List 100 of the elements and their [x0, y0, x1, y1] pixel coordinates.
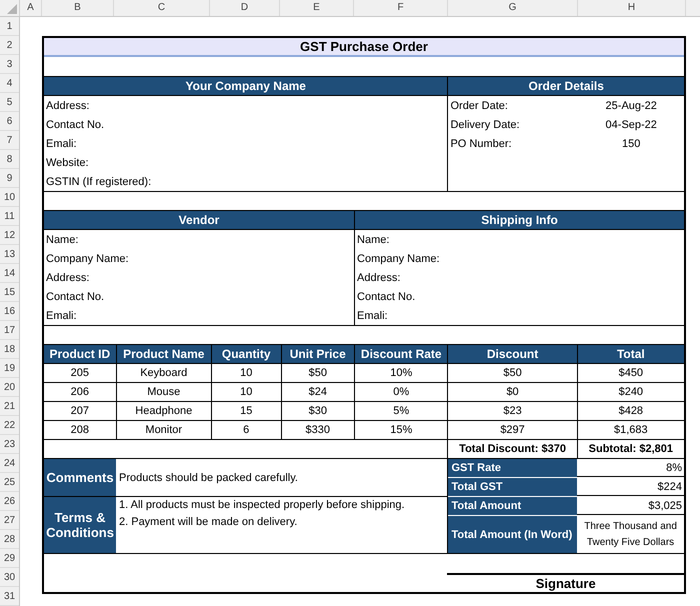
- row-header[interactable]: 9: [0, 169, 19, 188]
- column-heading: Discount: [447, 345, 577, 363]
- row-header[interactable]: 14: [0, 264, 19, 283]
- row-header[interactable]: 31: [0, 587, 19, 606]
- column-header[interactable]: E: [280, 0, 354, 16]
- table-cell: $297: [447, 421, 577, 439]
- row-header[interactable]: 19: [0, 359, 19, 378]
- field-label: Address:: [357, 272, 400, 284]
- table-cell: $24: [280, 383, 354, 401]
- column-header[interactable]: C: [114, 0, 210, 16]
- row-header[interactable]: 10: [0, 188, 19, 207]
- row-header[interactable]: 22: [0, 416, 19, 435]
- row-header[interactable]: 23: [0, 435, 19, 454]
- row-header[interactable]: 7: [0, 131, 19, 150]
- summary-value: $3,025: [577, 497, 684, 515]
- row-header[interactable]: 1: [0, 17, 19, 36]
- column-heading: Product ID: [48, 346, 112, 363]
- row-header[interactable]: 28: [0, 530, 19, 549]
- table-cell: $330: [280, 421, 354, 439]
- row-header[interactable]: 13: [0, 245, 19, 264]
- field-label: Contact No.: [357, 290, 416, 302]
- column-header[interactable]: G: [448, 0, 578, 16]
- table-cell: $0: [447, 383, 577, 401]
- row-header[interactable]: 30: [0, 568, 19, 587]
- table-cell: 15: [210, 402, 281, 420]
- field-label: Company Name:: [46, 252, 129, 264]
- field-label: GSTIN (If registered):: [46, 176, 152, 188]
- form-title: GST Purchase Order: [300, 39, 428, 54]
- field-label: Contact No.: [46, 118, 104, 130]
- field-label: Name:: [357, 234, 390, 246]
- row-header[interactable]: 26: [0, 492, 19, 511]
- table-cell: 0%: [354, 383, 448, 401]
- column-heading: Total: [576, 345, 684, 363]
- column-header[interactable]: B: [42, 0, 114, 16]
- section-header: Vendor: [44, 211, 354, 230]
- section-header: Your Company Name: [44, 77, 448, 96]
- table-cell-text: 206: [70, 385, 90, 400]
- field-label: Emali:: [357, 310, 388, 322]
- column-heading: Unit Price: [280, 345, 354, 363]
- field-label: Website:: [46, 156, 89, 168]
- field-value: 25-Aug-22: [604, 100, 658, 112]
- row-header[interactable]: 21: [0, 397, 19, 416]
- table-cell: $50: [447, 364, 577, 382]
- select-all-icon[interactable]: [7, 4, 17, 14]
- terms-line: 1. All products must be inspected properly before shipping.: [119, 498, 406, 513]
- column-header[interactable]: D: [210, 0, 280, 16]
- field-label: Contact No.: [46, 290, 104, 302]
- row-header[interactable]: 3: [0, 55, 19, 74]
- row-header[interactable]: 8: [0, 150, 19, 169]
- column-header[interactable]: F: [354, 0, 448, 16]
- summary-label: Total Amount: [448, 497, 578, 515]
- summary-value: $224: [577, 478, 684, 496]
- section-header: Order Details: [448, 77, 684, 96]
- table-cell: $50: [280, 364, 354, 382]
- summary-label: GST Rate: [448, 459, 578, 477]
- column-heading: Quantity: [210, 345, 281, 363]
- total-discount: Total Discount: $370: [447, 440, 577, 458]
- row-header[interactable]: 2: [0, 36, 19, 55]
- row-header[interactable]: 18: [0, 340, 19, 359]
- row-header[interactable]: 29: [0, 549, 19, 568]
- field-label: Emali:: [46, 310, 77, 322]
- row-header[interactable]: 12: [0, 226, 19, 245]
- column-header[interactable]: A: [20, 0, 42, 16]
- row-header[interactable]: 4: [0, 74, 19, 93]
- table-cell: Keyboard: [116, 364, 211, 382]
- table-cell: Monitor: [116, 421, 211, 439]
- field-label: Company Name:: [357, 252, 440, 264]
- field-label: PO Number:: [450, 138, 513, 150]
- comments-label: Comments: [44, 459, 116, 497]
- row-header[interactable]: 5: [0, 93, 19, 112]
- row-header[interactable]: 25: [0, 473, 19, 492]
- table-cell: Mouse: [116, 383, 211, 401]
- row-header[interactable]: 11: [0, 207, 19, 226]
- summary-value: Three Thousand and Twenty Five Dollars: [583, 520, 678, 550]
- summary-label: Total Amount (In Word): [448, 516, 578, 553]
- field-value: 150: [621, 138, 642, 150]
- comments-text: Products should be packed carefully.: [119, 472, 298, 484]
- table-cell-text: 208: [70, 423, 90, 438]
- table-cell: 5%: [354, 402, 448, 420]
- field-label: Name:: [46, 234, 78, 246]
- row-header[interactable]: 15: [0, 283, 19, 302]
- row-header[interactable]: 17: [0, 321, 19, 340]
- row-header[interactable]: 20: [0, 378, 19, 397]
- table-cell: $450: [576, 364, 684, 382]
- subtotal: Subtotal: $2,801: [576, 440, 684, 458]
- column-header[interactable]: H: [578, 0, 686, 16]
- summary-value: 8%: [577, 459, 684, 477]
- table-cell: $1,683: [576, 421, 684, 439]
- row-header[interactable]: 27: [0, 511, 19, 530]
- row-header[interactable]: 24: [0, 454, 19, 473]
- table-cell-text: 207: [70, 404, 90, 419]
- column-heading: Product Name: [116, 345, 211, 363]
- field-label: Delivery Date:: [450, 118, 521, 130]
- row-header[interactable]: 16: [0, 302, 19, 321]
- terms-line: 2. Payment will be made on delivery.: [119, 515, 298, 530]
- table-cell: $428: [576, 402, 684, 420]
- table-cell: 10%: [354, 364, 448, 382]
- table-cell: 6: [210, 421, 281, 439]
- field-value: 04-Sep-22: [604, 118, 658, 130]
- row-header[interactable]: 6: [0, 112, 19, 131]
